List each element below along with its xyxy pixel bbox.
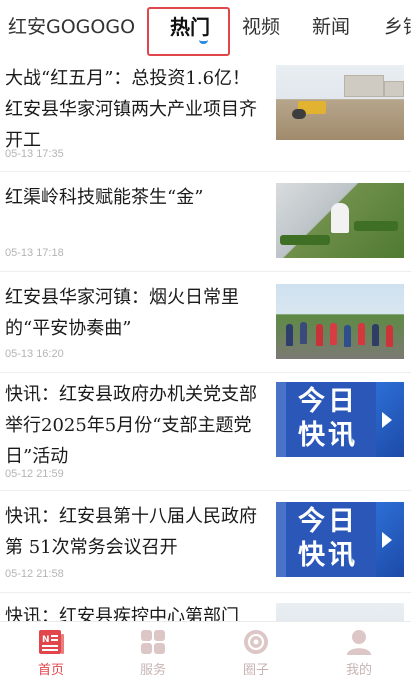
- community-event-thumbnail: [276, 284, 404, 359]
- nav-services[interactable]: 服务: [102, 622, 204, 677]
- banner-title-line1: 今日: [298, 386, 358, 417]
- news-title: 大战“红五月”：总投资1.6亿！红安县华家河镇两大产业项目齐开工: [5, 68, 257, 151]
- tab-video[interactable]: 视频: [242, 14, 280, 40]
- tab-hongan-gogogo[interactable]: 红安GOGOGO: [8, 14, 135, 40]
- nav-services-label: 服务: [139, 662, 166, 677]
- arrow-right-icon: [382, 412, 392, 428]
- news-item[interactable]: 快讯：红安县第十八届人民政府第 51次常务会议召开 05-12 21:58 今日…: [0, 492, 411, 593]
- banner-title-line1: 今日: [298, 506, 358, 537]
- news-title: 快讯：红安县第十八届人民政府第 51次常务会议召开: [5, 506, 257, 558]
- services-grid-icon: [141, 630, 165, 654]
- news-item[interactable]: 红安县华家河镇：烟火日常里的“平安协奏曲” 05-13 16:20: [0, 273, 411, 373]
- nav-home[interactable]: N 首页: [0, 622, 102, 677]
- svg-text:N: N: [42, 635, 50, 645]
- tea-factory-thumbnail: [276, 183, 404, 258]
- profile-icon: [347, 630, 371, 655]
- tab-town[interactable]: 乡镇: [384, 14, 411, 40]
- nav-circle-label: 圈子: [242, 662, 269, 677]
- channel-tab-bar: 红安GOGOGO 热门 视频 新闻 乡镇: [0, 0, 411, 56]
- news-date: 05-13 16:20: [5, 348, 64, 360]
- flash-news-banner: 今日 快讯: [276, 502, 404, 577]
- news-item[interactable]: 快讯：红安县疾控中心第部门: [0, 594, 411, 621]
- construction-thumbnail: [276, 65, 404, 140]
- nav-home-label: 首页: [37, 662, 64, 677]
- news-title: 红安县华家河镇：烟火日常里的“平安协奏曲”: [5, 287, 239, 339]
- active-tab-highlight: [147, 7, 230, 56]
- banner-title-line2: 快讯: [298, 540, 358, 571]
- arrow-right-icon: [382, 532, 392, 548]
- news-item[interactable]: 大战“红五月”：总投资1.6亿！红安县华家河镇两大产业项目齐开工 05-13 1…: [0, 56, 411, 172]
- news-date: 05-12 21:58: [5, 568, 64, 580]
- nav-profile-label: 我的: [345, 662, 372, 677]
- circle-icon: [244, 630, 268, 654]
- news-date: 05-13 17:18: [5, 247, 64, 259]
- news-feed[interactable]: 大战“红五月”：总投资1.6亿！红安县华家河镇两大产业项目齐开工 05-13 1…: [0, 56, 411, 621]
- news-title: 红渠岭科技赋能茶生“金”: [5, 187, 204, 208]
- news-item[interactable]: 红渠岭科技赋能茶生“金” 05-13 17:18: [0, 173, 411, 272]
- nav-profile[interactable]: 我的: [308, 622, 410, 677]
- nav-circle[interactable]: 圈子: [205, 622, 307, 677]
- bottom-nav: N 首页 服务 圈子 我的: [0, 621, 411, 677]
- news-date: 05-13 17:35: [5, 148, 64, 160]
- news-item[interactable]: 快讯：红安县政府办机关党支部举行2025年5月份“支部主题党日”活动 05-12…: [0, 374, 411, 491]
- news-date: 05-12 21:59: [5, 468, 64, 480]
- flash-news-banner: 今日 快讯: [276, 382, 404, 457]
- home-news-icon: N: [39, 630, 64, 654]
- news-title: 快讯：红安县政府办机关党支部举行2025年5月份“支部主题党日”活动: [5, 384, 257, 467]
- tab-news[interactable]: 新闻: [312, 14, 350, 40]
- news-thumbnail: [276, 603, 404, 621]
- news-title: 快讯：红安县疾控中心第部门: [5, 606, 239, 621]
- banner-title-line2: 快讯: [298, 420, 358, 451]
